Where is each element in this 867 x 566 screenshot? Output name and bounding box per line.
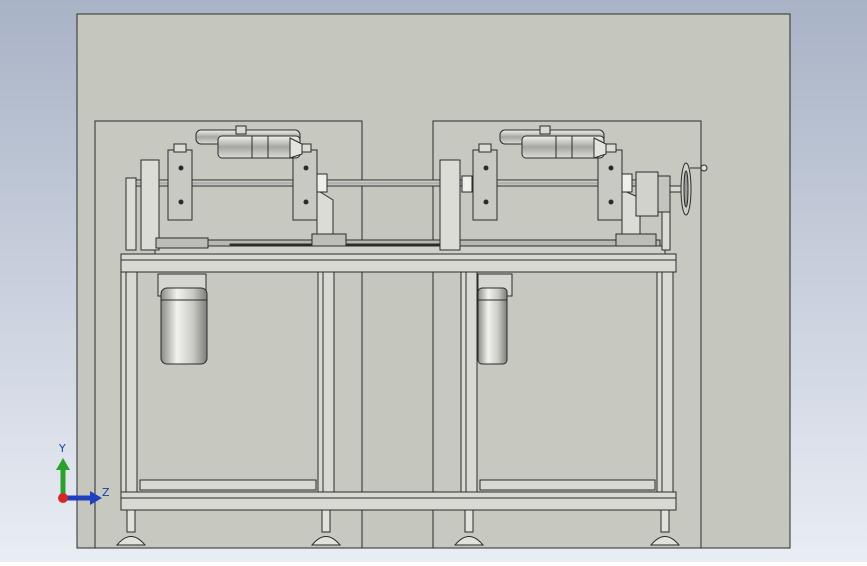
triad-x-origin [58,493,68,503]
motor-right [477,273,513,365]
motor-left [157,273,208,365]
cad-viewport[interactable]: Y Z [0,0,867,562]
triad-z-label: Z [102,486,110,499]
base-slide-rail [154,239,666,255]
main-shaft [129,179,641,187]
triad-y-label: Y [59,442,66,455]
model-canvas[interactable] [0,0,867,562]
